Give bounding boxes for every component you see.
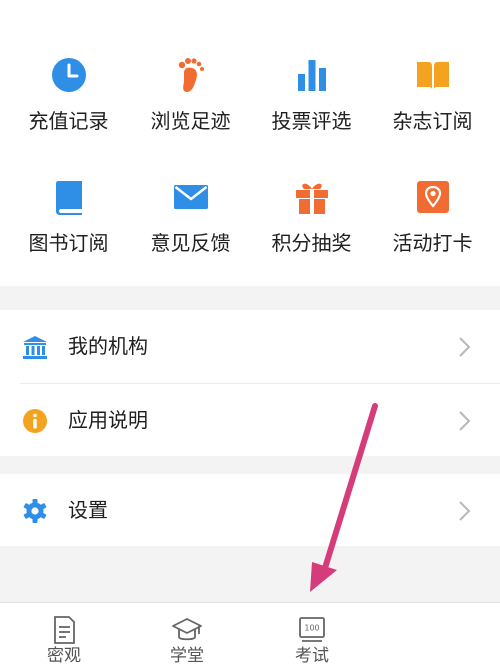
institution-icon: [23, 336, 47, 359]
feature-grid: 充值记录 浏览足迹 投票评选 杂志订阅 图书订阅 意见反馈 积分抽奖 活动打卡: [0, 0, 500, 286]
menu-group-2: 设置: [0, 474, 500, 546]
location-pin-icon: [417, 181, 449, 213]
menu-item-settings[interactable]: 设置: [0, 474, 500, 546]
tab-label: 密观: [47, 646, 81, 666]
menu-item-app-instructions[interactable]: 应用说明: [0, 384, 500, 456]
chevron-right-icon: [459, 411, 471, 431]
grid-item-label: 活动打卡: [392, 231, 473, 255]
envelope-icon: [174, 185, 208, 209]
grid-item-label: 投票评选: [271, 109, 352, 133]
grid-item-label: 杂志订阅: [392, 109, 473, 133]
menu-group-1: 我的机构 应用说明: [0, 310, 500, 456]
book-icon: [56, 181, 82, 215]
grid-item-label: 图书订阅: [28, 231, 109, 255]
grid-item-recharge-records[interactable]: 充值记录: [6, 34, 131, 144]
grid-item-vote-selection[interactable]: 投票评选: [249, 34, 374, 144]
footprint-icon: [178, 58, 204, 92]
document-icon: [54, 616, 75, 644]
tab-xuetang[interactable]: 学堂: [137, 603, 237, 667]
menu-item-label: 我的机构: [68, 334, 148, 358]
tab-label: 学堂: [170, 646, 204, 666]
menu-item-label: 应用说明: [68, 408, 148, 432]
grid-item-event-checkin[interactable]: 活动打卡: [370, 156, 495, 266]
tab-miguan[interactable]: 密观: [14, 603, 114, 667]
exam-icon: 100: [299, 617, 325, 642]
grid-item-label: 意见反馈: [150, 231, 231, 255]
svg-text:100: 100: [304, 624, 319, 633]
grid-item-label: 浏览足迹: [150, 109, 231, 133]
menu-item-my-institution[interactable]: 我的机构: [0, 310, 500, 382]
gift-icon: [296, 183, 328, 214]
grid-item-label: 积分抽奖: [271, 231, 352, 255]
bottom-tab-bar: 密观 学堂 100 考试: [0, 602, 500, 667]
chevron-right-icon: [459, 501, 471, 521]
gear-icon: [23, 499, 47, 523]
grid-item-points-lottery[interactable]: 积分抽奖: [249, 156, 374, 266]
graduation-cap-icon: [172, 618, 202, 641]
open-book-icon: [417, 62, 449, 90]
grid-item-book-subscription[interactable]: 图书订阅: [6, 156, 131, 266]
grid-item-browse-history[interactable]: 浏览足迹: [128, 34, 253, 144]
grid-item-label: 充值记录: [28, 109, 109, 133]
grid-item-magazine-subscription[interactable]: 杂志订阅: [370, 34, 495, 144]
info-icon: [23, 409, 47, 433]
tab-exam[interactable]: 100 考试: [262, 603, 362, 667]
clock-icon: [52, 58, 86, 92]
chevron-right-icon: [459, 337, 471, 357]
grid-item-feedback[interactable]: 意见反馈: [128, 156, 253, 266]
menu-item-label: 设置: [68, 498, 108, 522]
bar-chart-icon: [298, 60, 326, 91]
tab-label: 考试: [295, 646, 329, 666]
